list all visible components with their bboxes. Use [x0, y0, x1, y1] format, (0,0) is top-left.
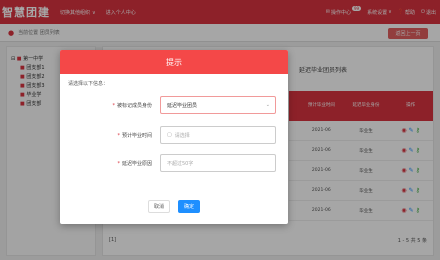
delay-reason-row: * 延迟毕业原因 不超过50字	[60, 154, 288, 172]
grad-date-row: * 预计毕业时间 ▢ 请选择	[60, 126, 288, 144]
delay-reason-placeholder: 不超过50字	[167, 160, 194, 167]
member-identity-label: * 被标记成员身份	[112, 103, 152, 109]
grad-date-input[interactable]: ▢ 请选择	[160, 126, 276, 144]
grad-date-label: * 预计毕业时间	[117, 133, 152, 139]
cancel-button[interactable]: 取消	[148, 200, 170, 213]
dialog-title: 提示	[60, 50, 288, 74]
delay-reason-label: * 延迟毕业原因	[117, 161, 152, 167]
dialog-buttons: 取消 确定	[60, 200, 288, 213]
member-identity-row: * 被标记成员身份 延迟毕业团员 ⌄	[60, 96, 288, 114]
confirm-button[interactable]: 确定	[178, 200, 200, 213]
member-identity-select[interactable]: 延迟毕业团员 ⌄	[160, 96, 276, 114]
chevron-down-icon: ⌄	[265, 102, 270, 108]
prompt-dialog: 提示 请选择以下信息： * 被标记成员身份 延迟毕业团员 ⌄ * 预计毕业时间 ▢ 请选…	[60, 50, 288, 224]
calendar-icon: ▢	[167, 132, 172, 138]
grad-date-placeholder: 请选择	[174, 132, 190, 139]
dialog-hint: 请选择以下信息：	[68, 81, 109, 87]
member-identity-value: 延迟毕业团员	[167, 102, 198, 109]
delay-reason-input[interactable]: 不超过50字	[160, 154, 276, 172]
